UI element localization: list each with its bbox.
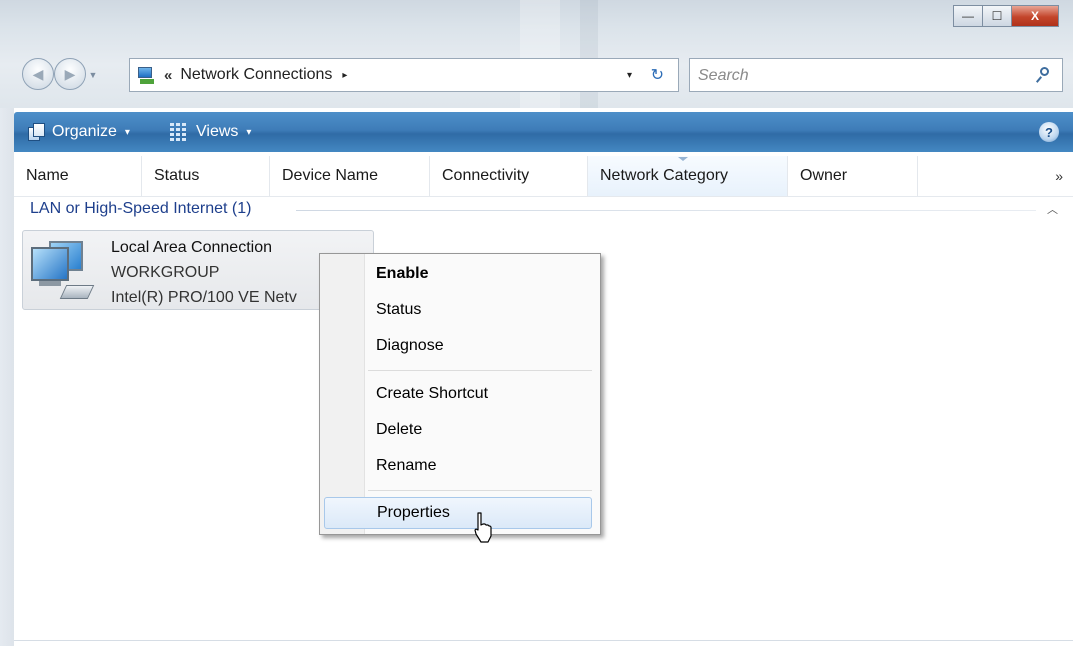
menu-item-create-shortcut[interactable]: Create Shortcut	[322, 378, 592, 410]
organize-button[interactable]: Organize ▾	[28, 112, 130, 152]
address-dropdown-icon[interactable]: ▾	[627, 59, 632, 91]
organize-label: Organize	[52, 123, 117, 140]
more-columns-icon[interactable]: »	[1055, 156, 1063, 196]
refresh-icon[interactable]: ↻	[651, 59, 664, 91]
context-menu: Enable Status Diagnose Create Shortcut D…	[319, 253, 601, 535]
search-icon[interactable]	[1035, 66, 1052, 84]
command-bar: Organize ▾ Views ▾ ?	[14, 112, 1073, 152]
address-bar[interactable]: « Network Connections ▸ ▾ ↻	[129, 58, 679, 92]
connection-name: Local Area Connection	[111, 239, 272, 256]
recent-pages-dropdown[interactable]: ▼	[86, 66, 100, 84]
window-left-border	[0, 108, 14, 646]
organize-caret-icon: ▾	[124, 126, 130, 138]
network-folder-icon	[136, 64, 158, 86]
forward-button[interactable]: ▶	[54, 58, 86, 90]
back-button[interactable]: ◀	[22, 58, 54, 90]
column-status[interactable]: Status	[142, 156, 270, 196]
network-adapter-icon	[27, 241, 99, 305]
close-button[interactable]: X	[1011, 5, 1059, 27]
back-arrow-icon: ◀	[32, 65, 44, 82]
connection-device: Intel(R) PRO/100 VE Netv	[111, 289, 297, 306]
menu-item-properties[interactable]: Properties	[324, 497, 592, 529]
menu-separator	[368, 490, 592, 491]
breadcrumb-network-connections[interactable]: Network Connections	[180, 66, 332, 84]
connection-workgroup: WORKGROUP	[111, 264, 220, 281]
group-label: LAN or High-Speed Internet (1)	[30, 200, 260, 218]
search-input[interactable]	[696, 61, 1020, 91]
column-name[interactable]: Name	[14, 156, 142, 196]
group-divider	[296, 210, 1036, 211]
help-icon[interactable]: ?	[1039, 122, 1059, 142]
organize-icon	[28, 123, 46, 141]
explorer-window: — ☐ X ◀ ▶ ▼ « Network Connections ▸ ▾ ↻ …	[0, 0, 1073, 646]
column-connectivity[interactable]: Connectivity	[430, 156, 588, 196]
maximize-button[interactable]: ☐	[982, 5, 1012, 27]
column-device-name[interactable]: Device Name	[270, 156, 430, 196]
mouse-pointer-icon	[474, 512, 492, 543]
menu-separator	[368, 370, 592, 371]
window-bottom-border	[14, 640, 1073, 641]
menu-item-enable[interactable]: Enable	[322, 258, 592, 290]
breadcrumb-overflow[interactable]: «	[164, 67, 172, 84]
breadcrumb-arrow-icon[interactable]: ▸	[342, 70, 347, 81]
menu-item-status[interactable]: Status	[322, 294, 592, 326]
forward-arrow-icon: ▶	[64, 65, 76, 82]
column-header-row: Name Status Device Name Connectivity Net…	[14, 156, 1073, 197]
column-owner[interactable]: Owner	[788, 156, 918, 196]
group-header[interactable]: LAN or High-Speed Internet (1) ︿	[16, 196, 1066, 226]
views-caret-icon: ▾	[246, 126, 252, 138]
column-network-category[interactable]: Network Category	[588, 156, 788, 196]
views-icon	[170, 123, 188, 141]
views-button[interactable]: Views ▾	[170, 112, 251, 152]
caption-buttons: — ☐ X	[953, 5, 1059, 27]
collapse-group-icon[interactable]: ︿	[1047, 201, 1058, 217]
search-box	[689, 58, 1063, 92]
menu-item-rename[interactable]: Rename	[322, 450, 592, 482]
menu-item-delete[interactable]: Delete	[322, 414, 592, 446]
minimize-button[interactable]: —	[953, 5, 983, 27]
views-label: Views	[196, 123, 239, 140]
menu-item-diagnose[interactable]: Diagnose	[322, 330, 592, 362]
